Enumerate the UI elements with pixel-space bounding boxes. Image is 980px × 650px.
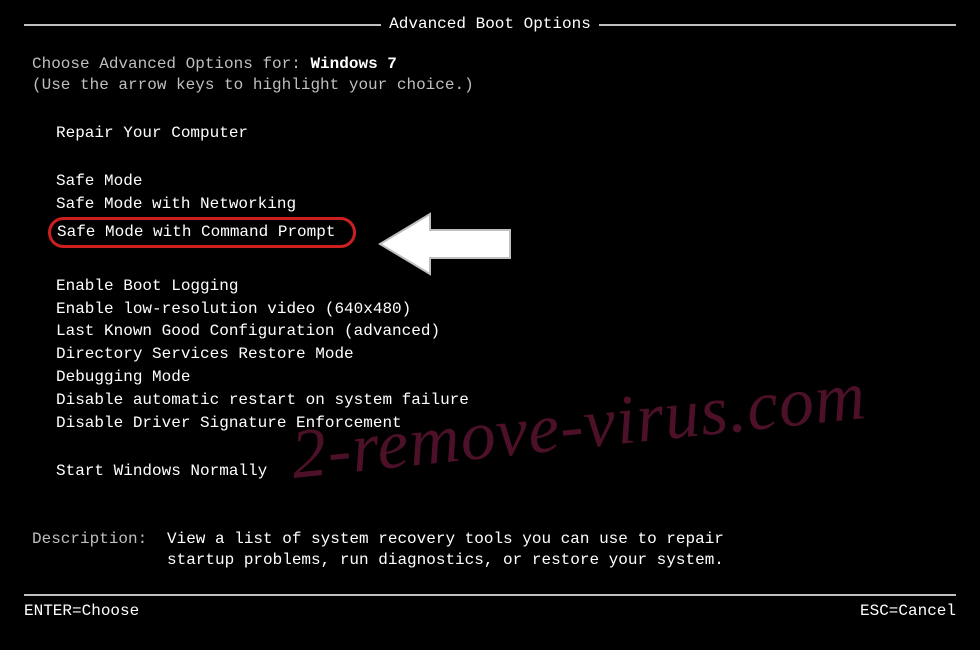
hint-enter: ENTER=Choose — [24, 601, 139, 622]
boot-option-label: Safe Mode — [56, 171, 142, 192]
option-group: Safe ModeSafe Mode with NetworkingSafe M… — [32, 170, 948, 248]
option-group: Repair Your Computer — [32, 122, 948, 145]
boot-option-label: Enable Boot Logging — [56, 276, 238, 297]
boot-option-selected[interactable]: Safe Mode with Command Prompt — [56, 216, 948, 249]
description-text: View a list of system recovery tools you… — [167, 529, 727, 571]
description-row: Description: View a list of system recov… — [32, 529, 948, 571]
boot-option[interactable]: Disable Driver Signature Enforcement — [56, 412, 948, 435]
hint-esc: ESC=Cancel — [860, 601, 956, 622]
description-label: Description: — [32, 529, 167, 571]
boot-option[interactable]: Safe Mode with Networking — [56, 193, 948, 216]
boot-option-label: Last Known Good Configuration (advanced) — [56, 321, 440, 342]
boot-options-list[interactable]: Repair Your ComputerSafe ModeSafe Mode w… — [32, 122, 948, 484]
boot-option[interactable]: Enable low-resolution video (640x480) — [56, 298, 948, 321]
option-group: Start Windows Normally — [32, 460, 948, 483]
choose-prefix: Choose Advanced Options for: — [32, 55, 310, 73]
boot-option-label: Repair Your Computer — [56, 123, 248, 144]
boot-option-label: Safe Mode with Command Prompt — [48, 217, 356, 248]
boot-option[interactable]: Enable Boot Logging — [56, 275, 948, 298]
boot-option[interactable]: Safe Mode — [56, 170, 948, 193]
choose-line: Choose Advanced Options for: Windows 7 — [32, 54, 948, 75]
footer-hints: ENTER=Choose ESC=Cancel — [24, 601, 956, 622]
boot-option-label: Disable Driver Signature Enforcement — [56, 413, 402, 434]
screen-title: Advanced Boot Options — [381, 15, 599, 33]
boot-option-label: Directory Services Restore Mode — [56, 344, 354, 365]
boot-option[interactable]: Disable automatic restart on system fail… — [56, 389, 948, 412]
os-name: Windows 7 — [310, 55, 396, 73]
option-group: Enable Boot LoggingEnable low-resolution… — [32, 275, 948, 435]
boot-option[interactable]: Last Known Good Configuration (advanced) — [56, 320, 948, 343]
boot-option[interactable]: Directory Services Restore Mode — [56, 343, 948, 366]
boot-option[interactable]: Start Windows Normally — [56, 460, 948, 483]
boot-option-label: Enable low-resolution video (640x480) — [56, 299, 411, 320]
boot-option-label: Start Windows Normally — [56, 461, 267, 482]
boot-option-label: Disable automatic restart on system fail… — [56, 390, 469, 411]
boot-option-label: Safe Mode with Networking — [56, 194, 296, 215]
title-bar: Advanced Boot Options — [24, 14, 956, 35]
boot-options-frame: Advanced Boot Options Choose Advanced Op… — [24, 24, 956, 596]
arrow-key-instruction: (Use the arrow keys to highlight your ch… — [32, 75, 948, 96]
content-body: Choose Advanced Options for: Windows 7 (… — [24, 26, 956, 581]
boot-option-label: Debugging Mode — [56, 367, 190, 388]
boot-option[interactable]: Repair Your Computer — [56, 122, 948, 145]
boot-option[interactable]: Debugging Mode — [56, 366, 948, 389]
